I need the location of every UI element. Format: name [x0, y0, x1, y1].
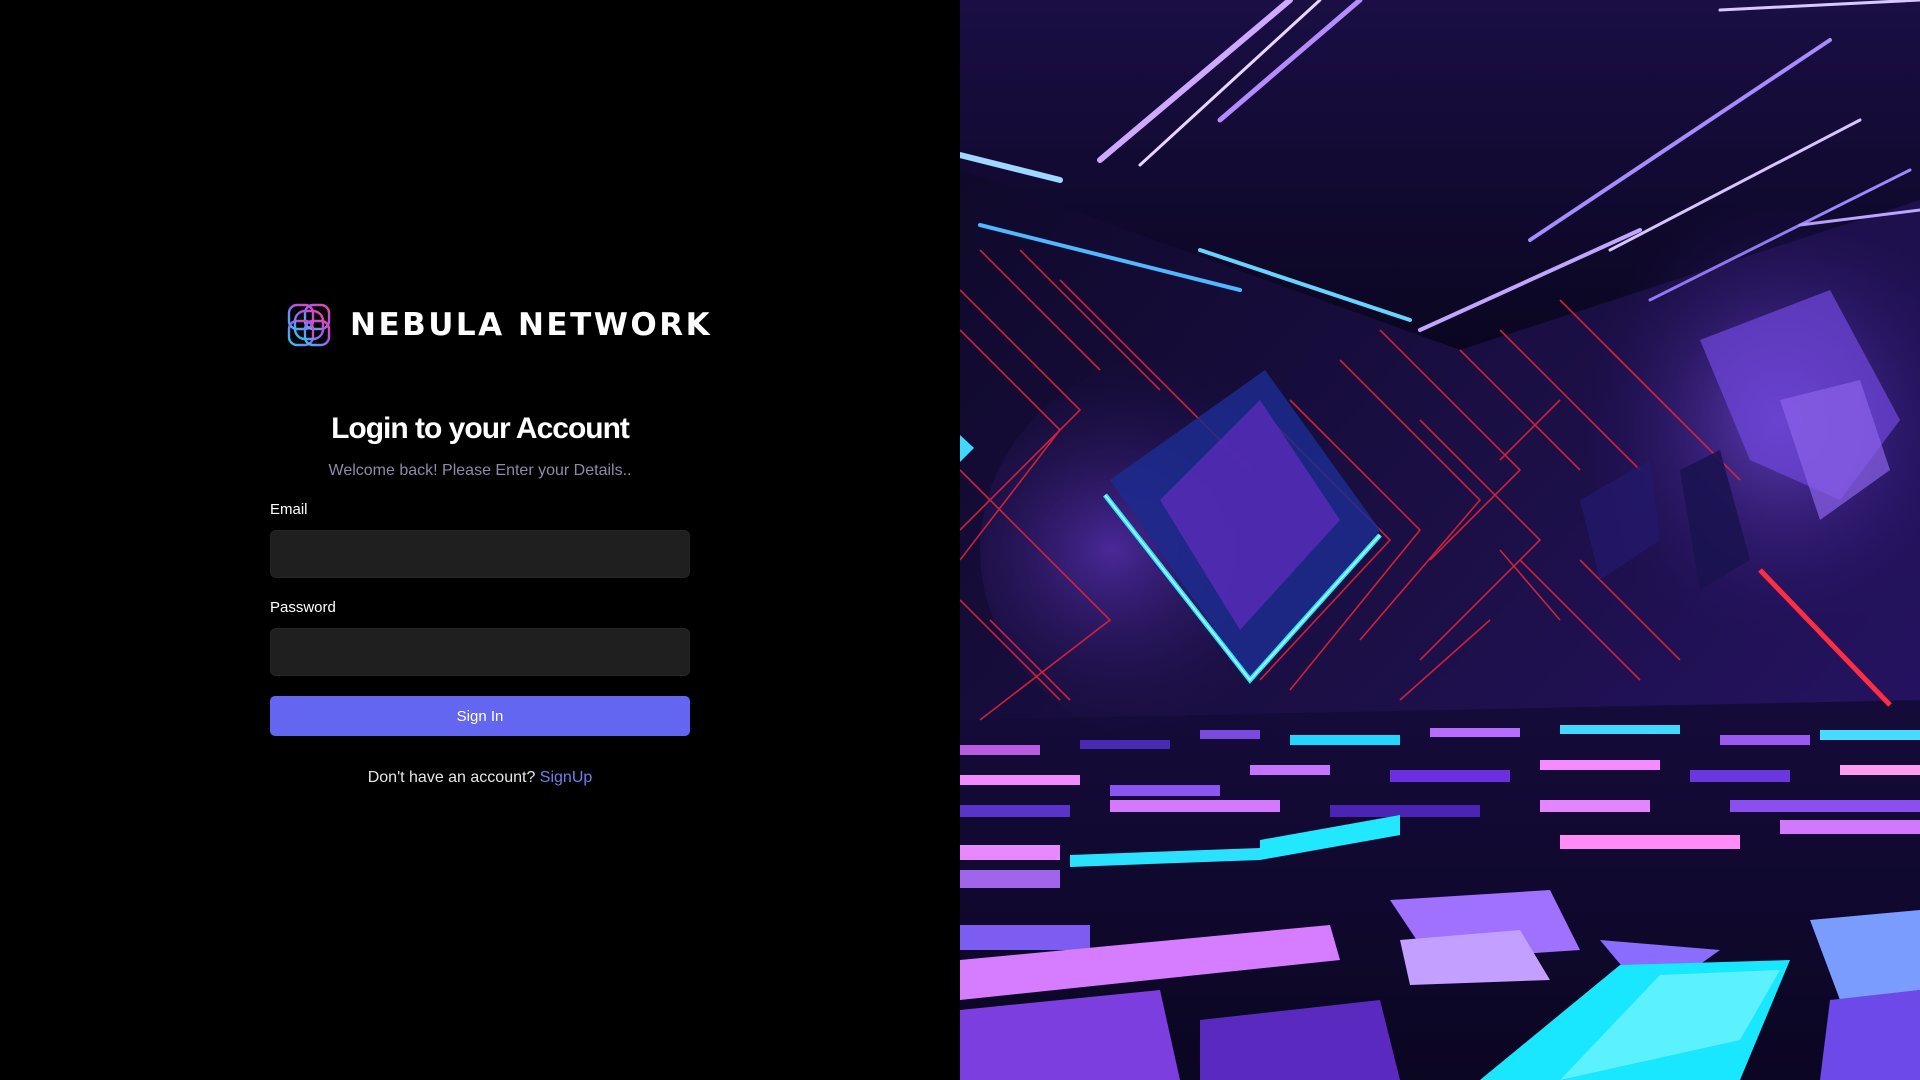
password-field[interactable] [270, 628, 690, 676]
password-label: Password [270, 599, 336, 616]
signup-link[interactable]: SignUp [540, 769, 592, 786]
login-panel: NEBULA NETWORK Login to your Account Wel… [0, 0, 960, 1080]
login-form: Login to your Account Welcome back! Plea… [270, 405, 690, 789]
page-subtitle: Welcome back! Please Enter your Details.… [328, 462, 632, 479]
signup-row: Don't have an account? SignUp [270, 767, 690, 789]
email-label: Email [270, 501, 308, 518]
page-title: Login to your Account [331, 412, 630, 445]
brand-header: NEBULA NETWORK [285, 300, 712, 350]
login-page: NEBULA NETWORK Login to your Account Wel… [0, 0, 1920, 1080]
email-field[interactable] [270, 530, 690, 578]
knot-logo-icon [287, 303, 331, 347]
neon-geometric-room-illustration [960, 0, 1920, 1080]
sign-in-button[interactable]: Sign In [270, 696, 690, 736]
signup-prompt: Don't have an account? [367, 769, 536, 786]
brand-name: NEBULA NETWORK [350, 307, 713, 343]
hero-panel [960, 0, 1920, 1080]
